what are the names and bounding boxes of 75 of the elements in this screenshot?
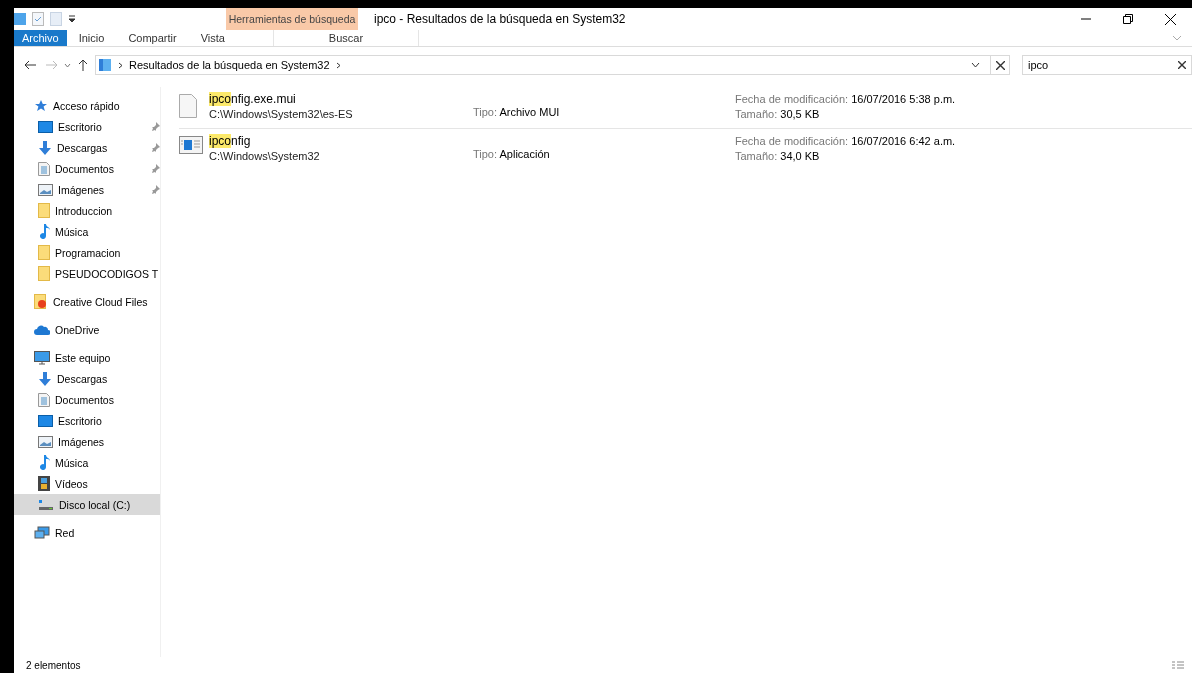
cloud-icon (34, 324, 50, 335)
image-icon (38, 183, 53, 196)
sidebar-item[interactable]: Red (14, 522, 160, 543)
application-icon (179, 136, 203, 154)
computer-icon (34, 350, 50, 365)
sidebar-item[interactable]: OneDrive (14, 319, 160, 340)
sidebar-item[interactable]: Música (14, 452, 160, 473)
sidebar-item[interactable]: Documentos (14, 158, 160, 179)
file-type: Tipo: Archivo MUI (473, 105, 561, 118)
search-field[interactable]: ipco (1022, 55, 1192, 75)
film-icon (38, 476, 50, 491)
sidebar-item[interactable]: Imágenes (14, 431, 160, 452)
folder-icon (34, 294, 48, 309)
drive-icon (38, 498, 54, 511)
sidebar-item[interactable]: Disco local (C:) (14, 494, 160, 515)
restore-icon[interactable] (1123, 14, 1133, 24)
close-icon (995, 60, 1005, 70)
address-bar[interactable]: Resultados de la búsqueda en System32 (95, 55, 1010, 75)
arrow-left-icon (24, 60, 36, 70)
download-arrow-icon (38, 140, 52, 155)
arrow-up-icon (78, 59, 88, 71)
dropdown-icon[interactable] (68, 15, 76, 23)
ribbon-tab[interactable]: Archivo (14, 30, 67, 46)
context-tab-header: Herramientas de búsqueda (226, 8, 358, 30)
sidebar-item[interactable]: Este equipo (14, 347, 160, 368)
ribbon-tab[interactable]: Buscar (272, 30, 419, 46)
chevron-right-icon (335, 61, 341, 69)
file-size: Tamaño: 34,0 KB (735, 149, 821, 164)
music-note-icon (38, 455, 50, 470)
sidebar-item[interactable]: Vídeos (14, 473, 160, 494)
download-arrow-icon (38, 371, 52, 386)
sidebar-item[interactable]: Acceso rápido (14, 95, 160, 116)
item-count: 2 elementos (26, 659, 81, 671)
close-icon[interactable] (1178, 61, 1186, 69)
sidebar-item[interactable]: Descargas (14, 368, 160, 389)
ribbon-tab[interactable]: Compartir (116, 30, 189, 46)
sidebar-item[interactable]: Imágenes (14, 179, 160, 200)
properties-icon[interactable] (32, 12, 44, 26)
document-icon (38, 161, 50, 176)
close-icon[interactable] (1165, 13, 1176, 25)
arrow-right-icon (46, 60, 58, 70)
folder-icon (38, 266, 50, 281)
folder-icon (38, 245, 50, 260)
sidebar-item[interactable]: Música (14, 221, 160, 242)
window-title: ipco - Resultados de la búsqueda en System32 (373, 11, 627, 28)
modified-date: Fecha de modificación: 16/07/2016 5:38 p.m. (735, 92, 956, 107)
modified-date: Fecha de modificación: 16/07/2016 6:42 a.m. (735, 134, 956, 149)
network-icon (34, 525, 50, 540)
chevron-down-icon[interactable] (971, 62, 980, 68)
document-icon (38, 392, 50, 407)
sidebar-item[interactable]: Creative Cloud Files (14, 291, 160, 312)
sidebar-item[interactable]: PSEUDOCODIGOS T (14, 263, 160, 284)
sidebar-item[interactable]: Introduccion (14, 200, 160, 221)
sidebar-item[interactable]: Escritorio (14, 116, 160, 137)
folder-icon (14, 13, 26, 25)
music-note-icon (38, 224, 50, 239)
breadcrumb[interactable]: Resultados de la búsqueda en System32 (129, 59, 330, 71)
desktop-icon (38, 414, 53, 427)
sidebar-item[interactable]: Programacion (14, 242, 160, 263)
ribbon-tab[interactable]: Inicio (66, 30, 117, 46)
file-type: Tipo: Aplicación (473, 147, 551, 160)
sidebar-item[interactable]: Descargas (14, 137, 160, 158)
file-icon (179, 94, 197, 118)
desktop-icon (38, 120, 53, 133)
sidebar-item[interactable]: Escritorio (14, 410, 160, 431)
image-icon (38, 435, 53, 448)
file-size: Tamaño: 30,5 KB (735, 107, 821, 122)
star-icon (34, 98, 48, 113)
file-path: C:\Windows\System32\es-ES (209, 107, 354, 121)
sidebar-item[interactable]: Documentos (14, 389, 160, 410)
file-path: C:\Windows\System32 (209, 149, 321, 163)
search-folder-icon (98, 58, 112, 72)
chevron-right-icon (118, 61, 123, 69)
ribbon-tab[interactable]: Vista (188, 30, 237, 46)
folder-icon (38, 203, 50, 218)
